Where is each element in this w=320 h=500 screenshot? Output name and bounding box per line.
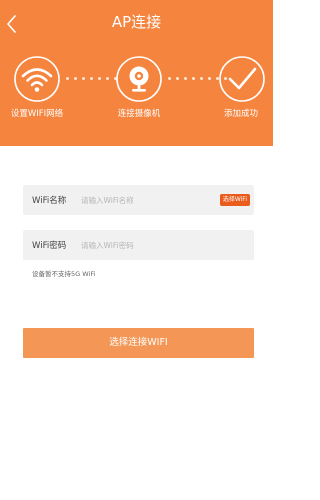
step-label-wifi: 设置WIFI网络 bbox=[10, 109, 64, 119]
camera-icon bbox=[116, 56, 162, 102]
checkmark-icon bbox=[219, 56, 265, 102]
wifi-name-label: WiFi名称 bbox=[32, 196, 67, 206]
step-wifi bbox=[11, 55, 63, 103]
step-camera bbox=[113, 55, 165, 103]
page-title: AP连接 bbox=[111, 13, 162, 31]
step-label-camera: 连接摄像机 bbox=[117, 109, 161, 119]
wifi-icon bbox=[14, 56, 60, 102]
5g-note: 设备暂不支持5G WiFi bbox=[32, 270, 96, 278]
wifi-password-field: WiFi密码 bbox=[23, 230, 254, 260]
wifi-password-label: WiFi密码 bbox=[32, 241, 67, 251]
wifi-password-input[interactable] bbox=[81, 235, 201, 255]
step-connector bbox=[66, 77, 117, 80]
connect-wifi-button[interactable]: 选择连接WIFI bbox=[23, 328, 254, 358]
step-label-success: 添加成功 bbox=[223, 109, 258, 119]
header: AP连接 设置WIFI网络 连接摄像机 添加成功 bbox=[0, 0, 273, 146]
wifi-name-input[interactable] bbox=[81, 190, 201, 210]
step-success bbox=[216, 55, 268, 103]
select-wifi-button[interactable]: 选择WiFi bbox=[219, 194, 250, 206]
wifi-name-field: WiFi名称 选择WiFi bbox=[23, 185, 254, 215]
